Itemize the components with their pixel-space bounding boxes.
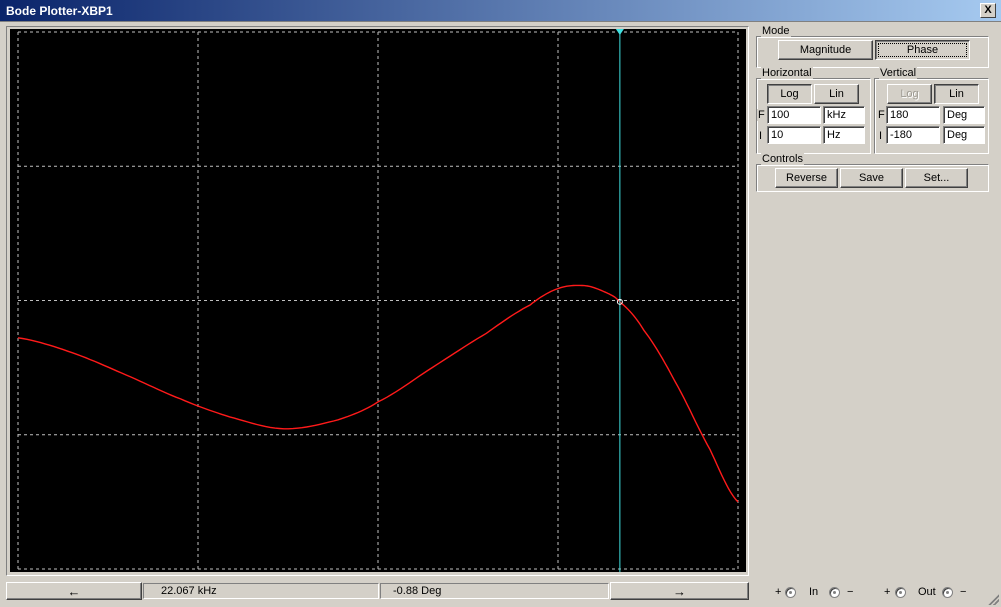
- resize-grip-icon[interactable]: [987, 593, 999, 605]
- plot-grid: [17, 31, 739, 570]
- cursor-left-button[interactable]: ←: [6, 582, 142, 600]
- vertical-final-label: F: [877, 109, 886, 121]
- horizontal-title: Horizontal: [761, 67, 813, 79]
- vertical-log-button[interactable]: Log: [887, 84, 932, 104]
- save-button[interactable]: Save: [840, 168, 903, 188]
- vertical-final-value-field[interactable]: 180: [886, 106, 940, 124]
- vertical-initial-unit-field[interactable]: Deg: [943, 126, 985, 144]
- cursor-right-button[interactable]: →: [610, 582, 749, 600]
- in-label: In: [808, 586, 820, 598]
- in-minus-terminal[interactable]: [829, 587, 840, 598]
- reverse-button[interactable]: Reverse: [775, 168, 838, 188]
- window-title: Bode Plotter-XBP1: [6, 4, 113, 18]
- out-minus-label: −: [959, 586, 968, 598]
- out-label: Out: [917, 586, 937, 598]
- horizontal-lin-button[interactable]: Lin: [814, 84, 859, 104]
- in-plus-label: +: [774, 586, 783, 598]
- magnitude-button[interactable]: Magnitude: [778, 40, 873, 60]
- frequency-readout-value: 22.067 kHz: [161, 585, 217, 597]
- vertical-lin-button[interactable]: Lin: [934, 84, 979, 104]
- horizontal-initial-unit-field[interactable]: Hz: [823, 126, 865, 144]
- horizontal-initial-value-field[interactable]: 10: [767, 126, 821, 144]
- horizontal-final-value-field[interactable]: 100: [767, 106, 821, 124]
- controls-title: Controls: [761, 153, 804, 165]
- vertical-initial-label: I: [878, 130, 884, 142]
- out-plus-label: +: [883, 586, 892, 598]
- bode-plot-area[interactable]: [10, 29, 746, 572]
- vertical-initial-value-field[interactable]: -180: [886, 126, 940, 144]
- title-bar: Bode Plotter-XBP1 X: [0, 0, 1001, 22]
- horizontal-final-unit-field[interactable]: kHz: [823, 106, 865, 124]
- vertical-title: Vertical: [879, 67, 918, 79]
- horizontal-final-label: F: [757, 109, 766, 121]
- in-minus-label: −: [846, 586, 855, 598]
- close-button[interactable]: X: [980, 3, 996, 18]
- mode-title: Mode: [761, 25, 791, 37]
- frequency-readout: 22.067 kHz: [143, 583, 379, 599]
- bode-plot-svg: [17, 29, 739, 572]
- vertical-final-unit-field[interactable]: Deg: [943, 106, 985, 124]
- value-readout: -0.88 Deg: [380, 583, 609, 599]
- out-minus-terminal[interactable]: [942, 587, 953, 598]
- horizontal-log-button[interactable]: Log: [767, 84, 812, 104]
- in-plus-terminal[interactable]: [785, 587, 796, 598]
- horizontal-initial-label: I: [758, 130, 764, 142]
- value-readout-value: -0.88 Deg: [393, 585, 442, 597]
- cursor-marker-icon[interactable]: [615, 29, 624, 35]
- arrow-left-icon: ←: [67, 584, 81, 599]
- set-button[interactable]: Set...: [905, 168, 968, 188]
- arrow-right-icon: →: [673, 584, 686, 599]
- phase-button[interactable]: Phase: [875, 40, 970, 60]
- out-plus-terminal[interactable]: [895, 587, 906, 598]
